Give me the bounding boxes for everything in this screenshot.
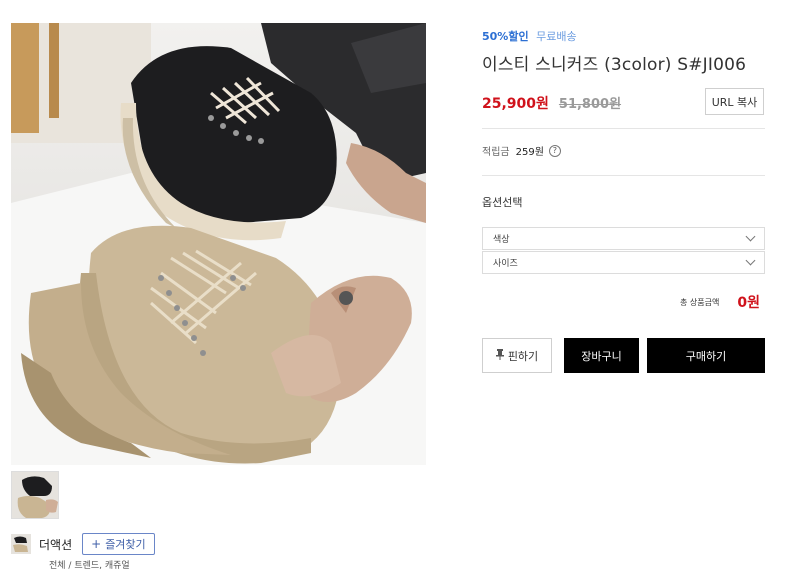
shop-avatar[interactable] bbox=[11, 534, 31, 554]
total-price: 총 상품금액 0원 bbox=[680, 292, 760, 312]
sneakers-thumbnail bbox=[12, 472, 58, 518]
total-price-label: 총 상품금액 bbox=[680, 297, 720, 307]
thumbnail-image[interactable] bbox=[11, 471, 59, 519]
shop-name[interactable]: 더액션 bbox=[39, 536, 72, 553]
original-price: 51,800원 bbox=[558, 97, 622, 112]
sneakers-photo bbox=[11, 23, 426, 465]
favorite-button[interactable]: + 즐겨찾기 bbox=[82, 533, 155, 555]
option-section-title: 옵션선택 bbox=[482, 196, 523, 209]
chevron-down-icon bbox=[745, 231, 756, 242]
reward-points: 적립금 259원 ? bbox=[482, 143, 561, 158]
discount-tag: 50%할인 bbox=[482, 30, 529, 43]
size-select-label: 사이즈 bbox=[493, 259, 518, 269]
product-tags: 50%할인 무료배송 bbox=[482, 28, 577, 44]
shop-avatar-image bbox=[11, 534, 31, 554]
free-shipping-tag: 무료배송 bbox=[536, 30, 577, 43]
help-icon[interactable]: ? bbox=[548, 144, 561, 157]
pushpin-icon bbox=[495, 348, 504, 363]
divider bbox=[482, 175, 765, 176]
pin-label: 핀하기 bbox=[507, 349, 539, 363]
size-select[interactable]: 사이즈 bbox=[482, 251, 765, 274]
points-value: 259원 bbox=[515, 147, 544, 158]
color-select[interactable]: 색상 bbox=[482, 227, 765, 250]
points-label: 적립금 bbox=[482, 147, 510, 158]
shop-info: 더액션 + 즐겨찾기 bbox=[11, 532, 155, 556]
category-breadcrumb[interactable]: 전체 / 트렌드, 캐쥬얼 bbox=[49, 558, 130, 571]
chevron-down-icon bbox=[745, 255, 756, 266]
product-title: 이스티 스니커즈 (3color) S#JI006 bbox=[482, 55, 747, 75]
buy-now-button[interactable]: 구매하기 bbox=[647, 338, 765, 373]
color-select-label: 색상 bbox=[493, 235, 510, 245]
plus-icon: + bbox=[91, 537, 102, 551]
total-price-value: 0원 bbox=[737, 295, 760, 311]
product-main-image[interactable] bbox=[11, 23, 426, 465]
divider bbox=[482, 128, 765, 129]
price-row: 25,900원 51,800원 bbox=[482, 93, 621, 113]
add-to-cart-button[interactable]: 장바구니 bbox=[564, 338, 639, 373]
url-copy-button[interactable]: URL 복사 bbox=[705, 88, 764, 115]
favorite-label: 즐겨찾기 bbox=[105, 538, 146, 551]
sale-price: 25,900원 bbox=[482, 96, 549, 112]
pin-button[interactable]: 핀하기 bbox=[482, 338, 552, 373]
